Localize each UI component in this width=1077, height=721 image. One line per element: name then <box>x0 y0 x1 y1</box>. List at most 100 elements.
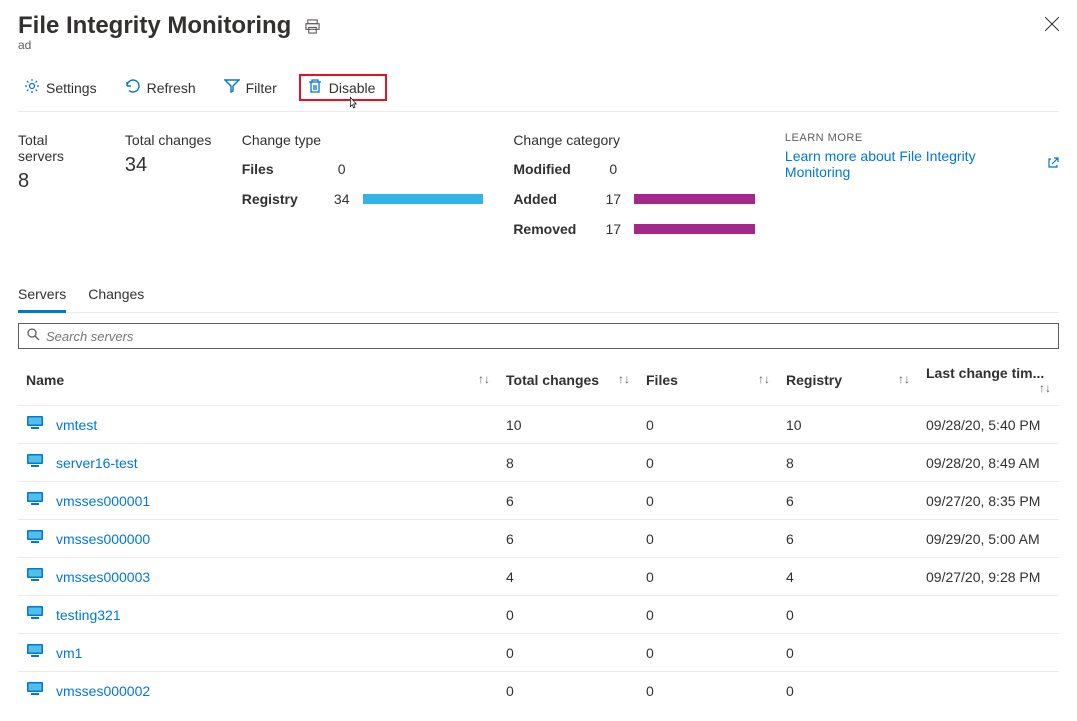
removed-label: Removed <box>513 221 598 237</box>
col-files[interactable]: Files↑↓ <box>638 355 778 406</box>
monitor-icon <box>26 604 44 625</box>
refresh-label: Refresh <box>147 80 196 96</box>
cell-registry: 8 <box>778 444 918 482</box>
cell-time: 09/28/20, 5:40 PM <box>918 406 1059 444</box>
filter-label: Filter <box>246 80 277 96</box>
change-type-label: Change type <box>242 132 484 148</box>
table-row: testing321000 <box>18 596 1059 634</box>
modified-value: 0 <box>598 161 628 177</box>
disable-button[interactable]: Disable <box>299 74 388 101</box>
total-changes-value: 34 <box>125 154 212 177</box>
total-servers-label: Total servers <box>18 132 95 164</box>
monitor-icon <box>26 452 44 473</box>
cell-total: 0 <box>498 596 638 634</box>
cell-registry: 6 <box>778 482 918 520</box>
refresh-icon <box>125 78 141 97</box>
sort-icon: ↑↓ <box>758 372 770 386</box>
monitor-icon <box>26 528 44 549</box>
cell-total: 4 <box>498 558 638 596</box>
stats-panel: Total servers 8 Total changes 34 Change … <box>18 132 1059 244</box>
server-name-link[interactable]: server16-test <box>56 455 138 471</box>
added-bar <box>634 194 755 204</box>
table-row: vmsses00000340409/27/20, 9:28 PM <box>18 558 1059 596</box>
search-input[interactable] <box>46 329 1050 344</box>
search-box[interactable] <box>18 323 1059 349</box>
cell-files: 0 <box>638 672 778 710</box>
sort-icon: ↑↓ <box>898 372 910 386</box>
close-button[interactable] <box>1045 12 1059 34</box>
table-row: server16-test80809/28/20, 8:49 AM <box>18 444 1059 482</box>
cell-total: 0 <box>498 672 638 710</box>
search-icon <box>27 328 40 344</box>
cell-registry: 0 <box>778 596 918 634</box>
files-label: Files <box>242 161 327 177</box>
cell-files: 0 <box>638 406 778 444</box>
page-title: File Integrity Monitoring <box>18 12 320 40</box>
cell-files: 0 <box>638 634 778 672</box>
server-name-link[interactable]: vmsses000002 <box>56 683 150 699</box>
cell-registry: 4 <box>778 558 918 596</box>
col-registry[interactable]: Registry↑↓ <box>778 355 918 406</box>
cell-files: 0 <box>638 558 778 596</box>
registry-value: 34 <box>327 191 357 207</box>
modified-label: Modified <box>513 161 598 177</box>
cell-files: 0 <box>638 520 778 558</box>
tab-servers[interactable]: Servers <box>18 278 66 313</box>
monitor-icon <box>26 680 44 701</box>
settings-button[interactable]: Settings <box>18 74 103 101</box>
cell-registry: 10 <box>778 406 918 444</box>
sort-icon: ↑↓ <box>1039 381 1051 395</box>
cell-files: 0 <box>638 596 778 634</box>
cell-registry: 0 <box>778 672 918 710</box>
files-value: 0 <box>327 161 357 177</box>
removed-value: 17 <box>598 221 628 237</box>
table-row: vmsses000002000 <box>18 672 1059 710</box>
tab-changes[interactable]: Changes <box>88 278 144 312</box>
col-total-changes[interactable]: Total changes↑↓ <box>498 355 638 406</box>
server-name-link[interactable]: testing321 <box>56 607 121 623</box>
cell-total: 6 <box>498 520 638 558</box>
settings-label: Settings <box>46 80 97 96</box>
server-name-link[interactable]: vmsses000000 <box>56 531 150 547</box>
server-name-link[interactable]: vmsses000001 <box>56 493 150 509</box>
registry-bar <box>363 194 484 204</box>
cell-files: 0 <box>638 444 778 482</box>
learn-more-link[interactable]: Learn more about File Integrity Monitori… <box>785 148 1059 180</box>
added-value: 17 <box>598 191 628 207</box>
sort-icon: ↑↓ <box>478 372 490 386</box>
sort-icon: ↑↓ <box>618 372 630 386</box>
disable-label: Disable <box>329 80 376 96</box>
cell-registry: 6 <box>778 520 918 558</box>
cell-time <box>918 672 1059 710</box>
added-label: Added <box>513 191 598 207</box>
servers-table: Name↑↓ Total changes↑↓ Files↑↓ Registry↑… <box>18 355 1059 709</box>
total-servers-value: 8 <box>18 170 95 193</box>
col-last-change[interactable]: Last change tim...↑↓ <box>918 355 1059 406</box>
cell-files: 0 <box>638 482 778 520</box>
cell-total: 10 <box>498 406 638 444</box>
table-row: vm1000 <box>18 634 1059 672</box>
monitor-icon <box>26 566 44 587</box>
learn-more-heading: LEARN MORE <box>785 132 1059 144</box>
server-name-link[interactable]: vmsses000003 <box>56 569 150 585</box>
table-row: vmsses00000060609/29/20, 5:00 AM <box>18 520 1059 558</box>
filter-button[interactable]: Filter <box>218 74 283 101</box>
cell-registry: 0 <box>778 634 918 672</box>
server-name-link[interactable]: vmtest <box>56 417 97 433</box>
monitor-icon <box>26 490 44 511</box>
change-category-label: Change category <box>513 132 755 148</box>
cell-total: 8 <box>498 444 638 482</box>
filter-icon <box>224 78 240 97</box>
table-row: vmsses00000160609/27/20, 8:35 PM <box>18 482 1059 520</box>
cell-time <box>918 596 1059 634</box>
table-row: vmtest1001009/28/20, 5:40 PM <box>18 406 1059 444</box>
print-icon[interactable] <box>305 19 320 38</box>
refresh-button[interactable]: Refresh <box>119 74 202 101</box>
col-name[interactable]: Name↑↓ <box>18 355 498 406</box>
cell-time: 09/27/20, 9:28 PM <box>918 558 1059 596</box>
cell-total: 6 <box>498 482 638 520</box>
server-name-link[interactable]: vm1 <box>56 645 82 661</box>
cursor-icon <box>345 96 361 112</box>
external-link-icon <box>1047 157 1059 172</box>
trash-icon <box>307 78 323 97</box>
